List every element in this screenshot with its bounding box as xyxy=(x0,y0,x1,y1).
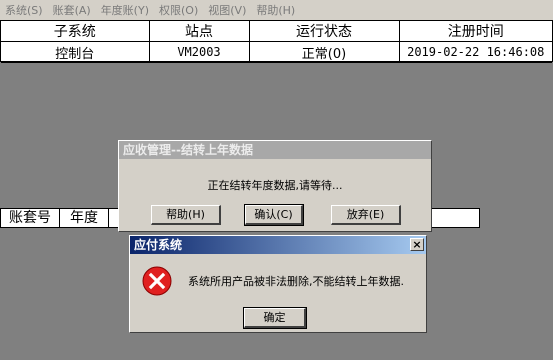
error-message: 系统所用产品被非法删除,不能结转上年数据. xyxy=(188,275,404,288)
error-dialog: 应付系统 × 系统所用产品被非法删除,不能结转上年数据. 确定 xyxy=(129,235,427,333)
cell-subsystem: 控制台 xyxy=(1,41,150,63)
progress-dialog: 应收管理--结转上年数据 正在结转年度数据,请等待... 帮助(H) 确认(C)… xyxy=(118,140,432,232)
give-up-button[interactable]: 放弃(E) xyxy=(331,205,401,225)
progress-message: 正在结转年度数据,请等待... xyxy=(207,179,343,192)
error-dialog-title[interactable]: 应付系统 × xyxy=(130,236,426,254)
ok-button[interactable]: 确定 xyxy=(243,307,307,329)
col-status: 运行状态 xyxy=(249,21,400,42)
cell-register-time: 2019-02-22 16:46:08 xyxy=(399,41,552,63)
col-subsystem: 子系统 xyxy=(1,21,150,42)
menu-year-account[interactable]: 年度账(Y) xyxy=(96,2,154,18)
col-site: 站点 xyxy=(149,21,250,42)
cell-status: 正常(0) xyxy=(249,41,400,63)
menu-account[interactable]: 账套(A) xyxy=(48,2,96,18)
confirm-button[interactable]: 确认(C) xyxy=(244,204,304,226)
error-icon xyxy=(142,266,172,296)
menu-system[interactable]: 系统(S) xyxy=(0,2,48,18)
menu-permission[interactable]: 权限(O) xyxy=(154,2,203,18)
table-row[interactable]: 控制台 VM2003 正常(0) 2019-02-22 16:46:08 xyxy=(1,41,552,63)
help-button[interactable]: 帮助(H) xyxy=(151,205,221,225)
col-year: 年度 xyxy=(60,209,109,227)
table-header-row: 子系统 站点 运行状态 注册时间 xyxy=(1,21,552,42)
col-register-time: 注册时间 xyxy=(399,21,552,42)
menu-bar: 系统(S) 账套(A) 年度账(Y) 权限(O) 视图(V) 帮助(H) xyxy=(0,0,553,20)
error-dialog-title-text: 应付系统 xyxy=(134,238,183,252)
col-account-no: 账套号 xyxy=(1,209,60,227)
progress-dialog-title[interactable]: 应收管理--结转上年数据 xyxy=(119,141,431,159)
subsystem-table: 子系统 站点 运行状态 注册时间 控制台 VM2003 正常(0) 2019-0… xyxy=(0,20,553,63)
close-icon[interactable]: × xyxy=(410,238,424,251)
menu-help[interactable]: 帮助(H) xyxy=(251,2,300,18)
menu-view[interactable]: 视图(V) xyxy=(203,2,251,18)
cell-site: VM2003 xyxy=(149,41,250,63)
